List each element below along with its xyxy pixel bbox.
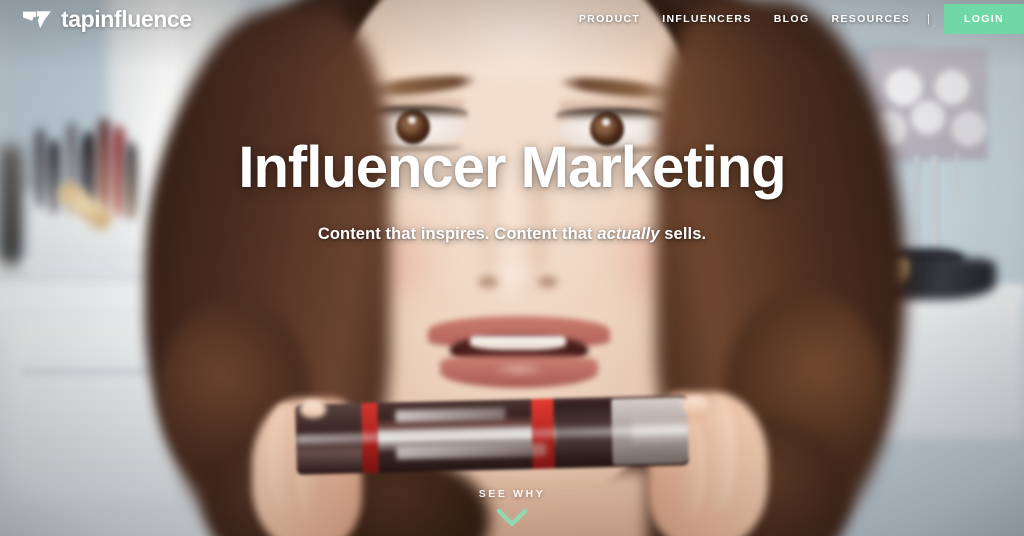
hero-subtitle: Content that inspires. Content that actu…: [0, 225, 1024, 244]
hero-title: Influencer Marketing: [238, 135, 786, 200]
hero-copy: Influencer Marketing Content that inspir…: [0, 135, 1024, 244]
hero-subtitle-part2: sells.: [659, 224, 707, 243]
hero-subtitle-part1: Content that inspires. Content that: [317, 224, 598, 243]
nav-link-blog[interactable]: BLOG: [763, 13, 821, 25]
nav-link-influencers[interactable]: INFLUENCERS: [651, 13, 763, 25]
video-subject: [0, 0, 1024, 536]
lip-gloss-highlight: [490, 364, 548, 375]
see-why-scroll-cue[interactable]: SEE WHY: [0, 488, 1024, 528]
nostril: [538, 276, 558, 288]
tapinfluence-mark-icon: [23, 10, 51, 28]
hero-section: tapinfluence PRODUCT INFLUENCERS BLOG RE…: [0, 0, 1024, 536]
main-navigation: PRODUCT INFLUENCERS BLOG RESOURCES | LOG…: [568, 0, 1024, 38]
upper-lashline: [556, 108, 664, 121]
nostril: [478, 276, 498, 288]
chevron-down-icon[interactable]: [496, 508, 528, 528]
fingernail: [300, 400, 326, 418]
brand-logo[interactable]: tapinfluence: [22, 5, 192, 32]
nav-link-resources[interactable]: RESOURCES: [820, 13, 921, 25]
teeth: [470, 336, 566, 350]
lip-gloss-product: [295, 395, 689, 475]
login-button[interactable]: LOGIN: [944, 4, 1024, 34]
nav-separator: |: [927, 13, 930, 25]
see-why-label: SEE WHY: [478, 488, 546, 500]
hero-background-video: [0, 0, 1024, 536]
fingernail: [682, 396, 708, 414]
mouth: [428, 316, 610, 388]
brand-name: tapinfluence: [61, 5, 192, 32]
site-header: tapinfluence PRODUCT INFLUENCERS BLOG RE…: [0, 0, 1024, 38]
nav-link-product[interactable]: PRODUCT: [568, 13, 651, 25]
hero-subtitle-emphasis: actually: [597, 224, 660, 243]
